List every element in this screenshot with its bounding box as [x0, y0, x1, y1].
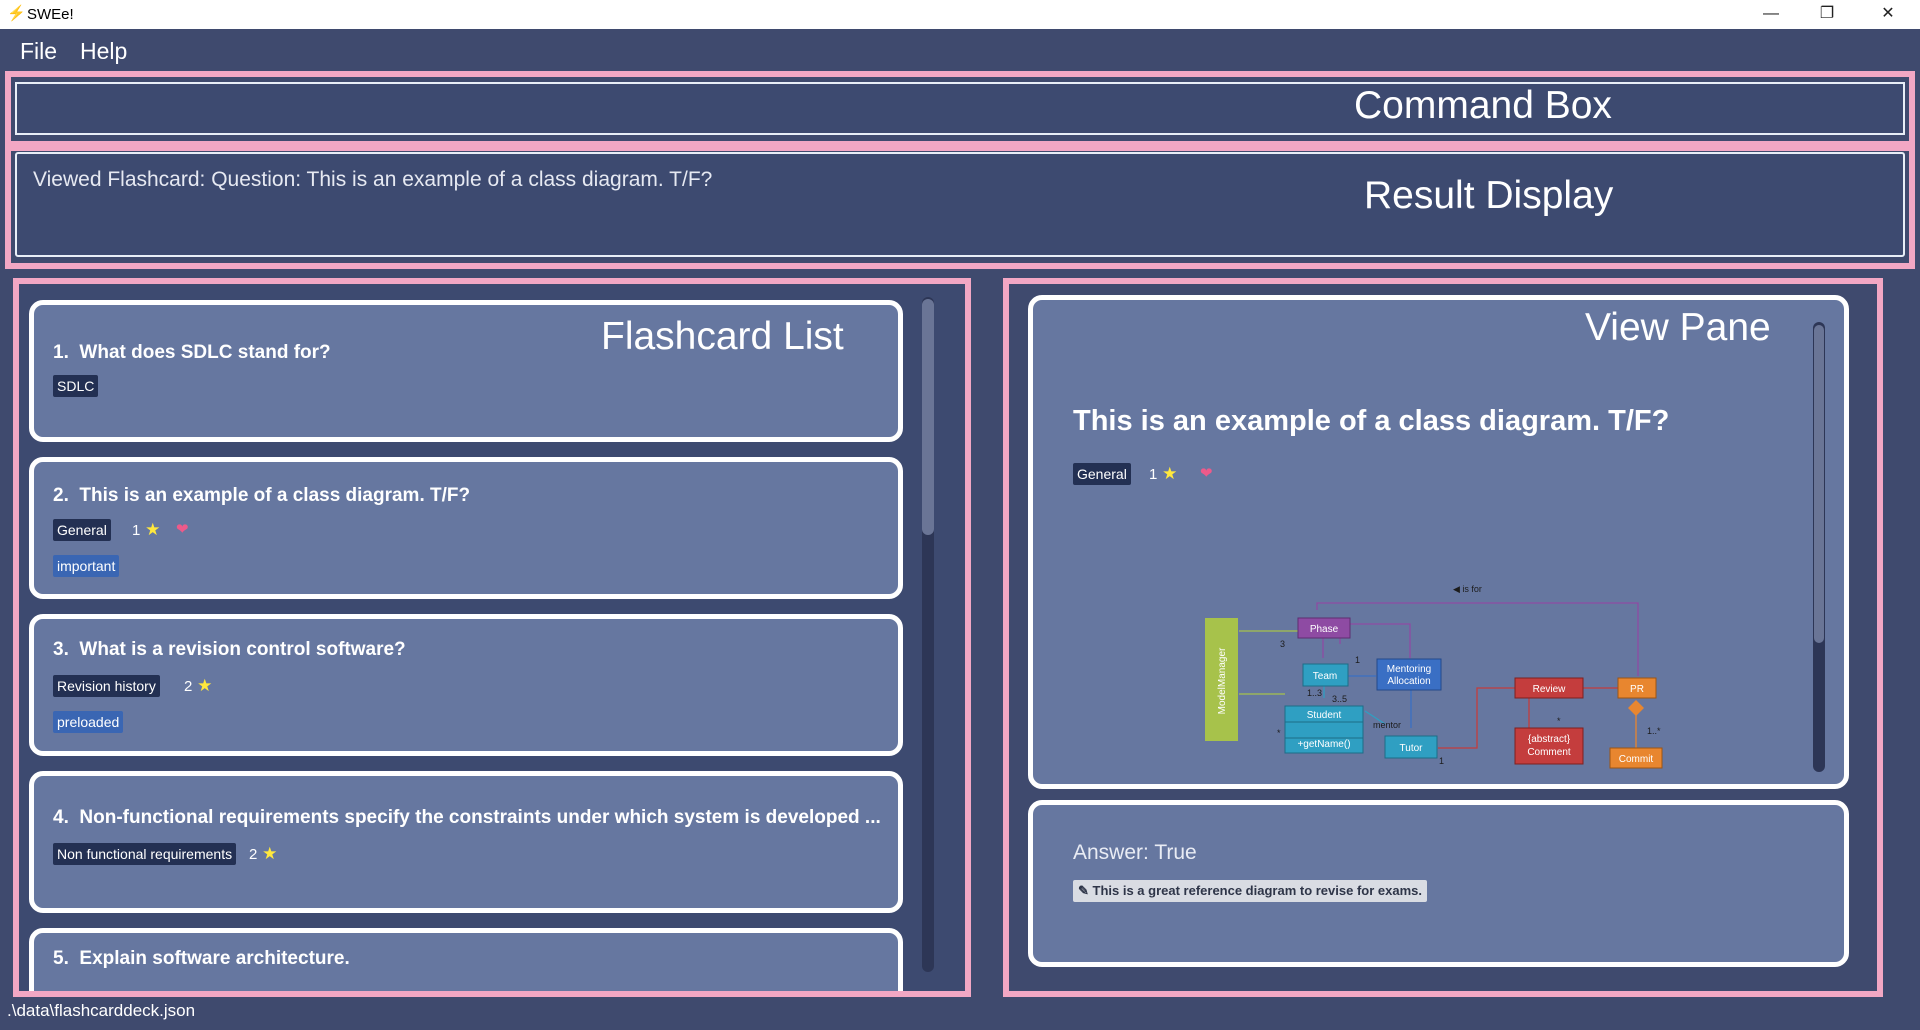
menu-bar: File Help: [0, 29, 1920, 70]
close-button[interactable]: ✕: [1865, 2, 1911, 26]
app-icon: ⚡: [7, 5, 26, 22]
command-input[interactable]: [15, 82, 1905, 135]
result-display-label: Result Display: [1364, 174, 1614, 217]
minimize-button[interactable]: —: [1748, 2, 1794, 26]
view-pane-label: View Pane: [1585, 306, 1771, 349]
status-file-path: .\data\flashcarddeck.json: [7, 1001, 196, 1020]
result-text: Viewed Flashcard: Question: This is an e…: [33, 168, 713, 191]
window-title: SWEe!: [27, 6, 74, 23]
menu-help[interactable]: Help: [80, 38, 127, 65]
menu-file[interactable]: File: [20, 38, 57, 65]
command-box-label: Command Box: [1354, 84, 1612, 127]
maximize-button[interactable]: ❐: [1804, 2, 1850, 26]
view-pane-frame: [1003, 278, 1883, 997]
flashcard-list-label: Flashcard List: [601, 315, 844, 358]
flashcard-list-frame: [13, 278, 971, 997]
result-display: Viewed Flashcard: Question: This is an e…: [15, 152, 1905, 257]
title-bar: ⚡ SWEe! — ❐ ✕: [0, 0, 1920, 29]
